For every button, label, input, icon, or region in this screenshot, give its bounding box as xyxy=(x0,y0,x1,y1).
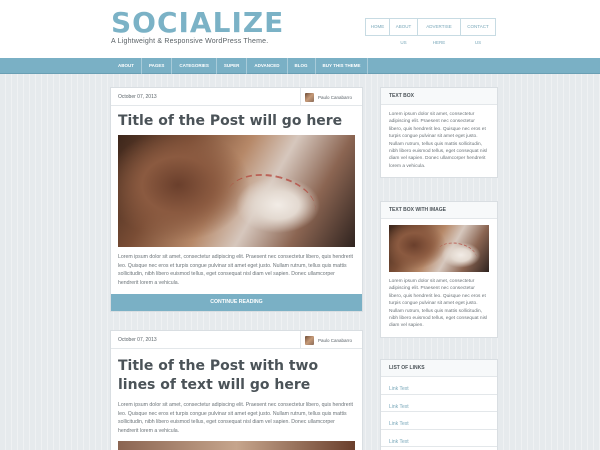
widget-title: TEXT BOX WITH IMAGE xyxy=(381,202,497,219)
baseball-stitch xyxy=(221,166,321,239)
list-item: Link Text xyxy=(381,395,497,412)
link-text[interactable]: Link Text xyxy=(389,404,409,410)
site-tagline: A Lightweight & Responsive WordPress The… xyxy=(111,38,269,45)
widget-text-box-with-image: TEXT BOX WITH IMAGE Lorem ipsum dolor si… xyxy=(381,202,497,337)
nav-item-blog[interactable]: BLOG xyxy=(288,58,316,74)
top-menu-about-us[interactable]: ABOUT US xyxy=(390,19,418,45)
widget-image[interactable] xyxy=(389,225,489,272)
widget-list-of-links: LIST OF LINKS Link Text Link Text Link T… xyxy=(381,360,497,450)
widget-text-box: TEXT BOX Lorem ipsum dolor sit amet, con… xyxy=(381,88,497,178)
top-menu: HOME ABOUT US ADVERTISE HERE CONTACT US xyxy=(365,18,496,45)
list-item: Link Text xyxy=(381,430,497,447)
post-card: October 07, 2013 Paulo Canabarro Title o… xyxy=(111,331,362,450)
link-list: Link Text Link Text Link Text Link Text xyxy=(381,377,497,447)
widget-text: Lorem ipsum dolor sit amet, consectetur … xyxy=(389,112,488,169)
post-excerpt: Lorem ipsum dolor sit amet, consectetur … xyxy=(118,402,353,434)
post-date: October 07, 2013 xyxy=(118,94,157,100)
avatar xyxy=(305,335,314,345)
continue-reading-button[interactable]: CONTINUE READING xyxy=(111,294,362,312)
widget-title: LIST OF LINKS xyxy=(381,360,497,377)
top-menu-advertise-here[interactable]: ADVERTISE HERE xyxy=(418,19,461,45)
nav-item-categories[interactable]: CATEGORIES xyxy=(172,58,217,74)
main-nav: ABOUT PAGES CATEGORIES SUPER ADVANCED BL… xyxy=(111,58,369,74)
nav-item-super[interactable]: SUPER xyxy=(217,58,248,74)
link-text[interactable]: Link Text xyxy=(389,439,409,445)
post-author[interactable]: Paulo Canabarro xyxy=(300,88,362,106)
link-text[interactable]: Link Text xyxy=(389,386,409,392)
widget-title: TEXT BOX xyxy=(381,88,497,105)
nav-item-advanced[interactable]: ADVANCED xyxy=(247,58,288,74)
link-text[interactable]: Link Text xyxy=(389,421,409,427)
site-header: SOCIALIZE A Lightweight & Responsive Wor… xyxy=(0,0,600,58)
top-menu-contact-us[interactable]: CONTACT US xyxy=(461,19,495,45)
post-meta: October 07, 2013 Paulo Canabarro xyxy=(111,88,362,106)
top-menu-home[interactable]: HOME xyxy=(366,19,390,35)
post-author[interactable]: Paulo Canabarro xyxy=(300,331,362,349)
list-item: Link Text xyxy=(381,377,497,395)
author-name[interactable]: Paulo Canabarro xyxy=(318,338,352,343)
post-excerpt: Lorem ipsum dolor sit amet, consectetur … xyxy=(118,254,353,286)
post-title[interactable]: Title of the Post will go here xyxy=(111,106,362,135)
baseball-stitch xyxy=(434,239,480,271)
post-title[interactable]: Title of the Post with two lines of text… xyxy=(111,349,362,399)
avatar xyxy=(305,92,314,102)
nav-item-pages[interactable]: PAGES xyxy=(142,58,173,74)
widget-text: Lorem ipsum dolor sit amet, consectetur … xyxy=(389,279,488,329)
post-card: October 07, 2013 Paulo Canabarro Title o… xyxy=(111,88,362,312)
post-date: October 07, 2013 xyxy=(118,337,157,343)
nav-item-buy-this-theme[interactable]: BUY THIS THEME xyxy=(316,58,369,74)
post-featured-image[interactable] xyxy=(118,135,355,247)
author-name[interactable]: Paulo Canabarro xyxy=(318,95,352,100)
post-meta: October 07, 2013 Paulo Canabarro xyxy=(111,331,362,349)
post-featured-image[interactable] xyxy=(118,441,355,450)
nav-item-about[interactable]: ABOUT xyxy=(111,58,142,74)
list-item: Link Text xyxy=(381,412,497,430)
main-navbar: ABOUT PAGES CATEGORIES SUPER ADVANCED BL… xyxy=(0,58,600,74)
site-logo[interactable]: SOCIALIZE xyxy=(111,6,284,40)
